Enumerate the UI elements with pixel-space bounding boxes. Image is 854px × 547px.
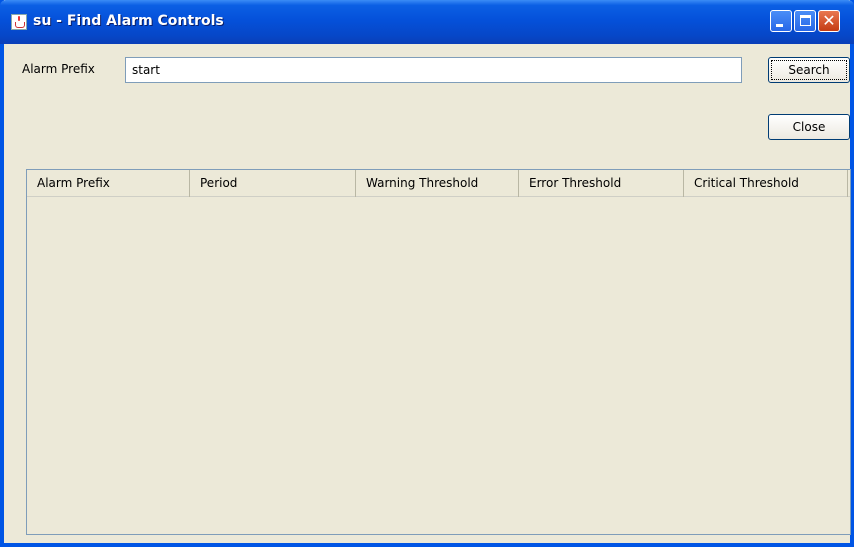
search-button[interactable]: Search (768, 57, 850, 83)
close-icon: ✕ (822, 11, 836, 30)
alarm-window: su - Find Alarm Controls ✕ Alarm Prefix … (0, 0, 854, 547)
minimize-icon (776, 24, 783, 27)
column-header-critical-threshold[interactable]: Critical Threshold (684, 170, 848, 197)
column-header-warning-threshold[interactable]: Warning Threshold (356, 170, 519, 197)
table-header: Alarm Prefix Period Warning Threshold Er… (27, 170, 850, 197)
maximize-button[interactable] (794, 10, 816, 32)
java-app-icon (11, 14, 27, 30)
alarm-prefix-input[interactable]: start (125, 57, 742, 83)
column-header-alarm-prefix[interactable]: Alarm Prefix (27, 170, 190, 197)
column-header-period[interactable]: Period (190, 170, 356, 197)
window-title: su - Find Alarm Controls (33, 13, 224, 29)
minimize-button[interactable] (770, 10, 792, 32)
maximize-icon (800, 15, 811, 26)
title-bar[interactable]: su - Find Alarm Controls ✕ (0, 0, 854, 44)
column-header-error-threshold[interactable]: Error Threshold (519, 170, 684, 197)
alarm-controls-table[interactable]: Alarm Prefix Period Warning Threshold Er… (26, 169, 851, 535)
close-button[interactable]: Close (768, 114, 850, 140)
close-window-button[interactable]: ✕ (818, 10, 840, 32)
alarm-prefix-label: Alarm Prefix (22, 62, 95, 76)
